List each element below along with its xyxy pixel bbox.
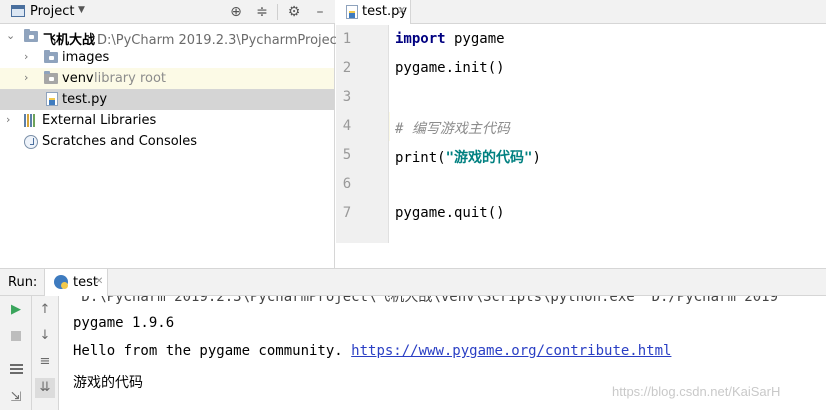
- tree-item-label: test.py: [62, 92, 108, 107]
- run-panel-header: Run: test ✕: [0, 268, 826, 296]
- locate-icon[interactable]: ⊕: [227, 3, 245, 21]
- scratches-icon: [24, 135, 38, 149]
- line-number: 4: [342, 118, 352, 134]
- run-toolbar-left: ▶ ⇲: [0, 296, 32, 410]
- tab-test-py[interactable]: test.py ✕: [336, 0, 411, 24]
- tree-item-root[interactable]: ⌄ 飞机大战 D:\PyCharm 2019.2.3\PycharmProjec…: [0, 26, 372, 48]
- python-file-icon: [346, 5, 358, 19]
- run-tab-test[interactable]: test ✕: [44, 269, 108, 296]
- chevron-down-icon[interactable]: ▼: [78, 5, 85, 15]
- folder-icon: [44, 50, 58, 63]
- code-line-2[interactable]: pygame.init(): [395, 60, 505, 76]
- watermark: https://blog.csdn.net/KaiSarH: [612, 384, 781, 399]
- folder-icon: [24, 29, 38, 42]
- libraries-icon: [24, 114, 38, 127]
- console-command-line: D:\PyCharm 2019.2.3\PycharmProject\飞机大战\…: [73, 296, 779, 305]
- code-editor[interactable]: import pygame pygame.init() # 编写游戏主代码 pr…: [390, 25, 826, 243]
- scroll-to-end-icon[interactable]: ⇊: [35, 378, 55, 398]
- python-icon: [54, 275, 68, 289]
- library-root-hint: library root: [94, 71, 167, 86]
- rerun-icon[interactable]: ▶: [6, 300, 26, 320]
- pygame-contribute-link[interactable]: https://www.pygame.org/contribute.html: [351, 343, 671, 359]
- tree-item-test-py[interactable]: test.py: [0, 89, 334, 110]
- run-toolbar-right: ↑ ↓ ≡ ⇊: [32, 296, 59, 410]
- project-panel: Project ▼ ⊕ ≑ ⚙ – ⌄ 飞机大战 D:\PyCharm 2019…: [0, 0, 372, 268]
- code-text: print(: [395, 150, 446, 166]
- soft-wrap-icon[interactable]: ≡: [35, 352, 55, 372]
- run-label: Run:: [8, 275, 38, 290]
- tree-item-scratches[interactable]: Scratches and Consoles: [0, 131, 334, 152]
- line-number: 5: [342, 147, 352, 163]
- close-icon[interactable]: ✕: [397, 4, 406, 17]
- line-number: 3: [342, 89, 352, 105]
- code-line-4[interactable]: # 编写游戏主代码: [395, 118, 510, 138]
- console-line-output: 游戏的代码: [73, 375, 143, 391]
- tree-item-label: images: [62, 50, 110, 65]
- code-text: ): [532, 150, 541, 166]
- stop-icon[interactable]: [6, 326, 26, 346]
- toolbar-divider: [277, 4, 278, 20]
- close-icon[interactable]: ✕: [95, 276, 103, 287]
- editor-tab-bar: test.py ✕: [336, 0, 826, 24]
- chevron-down-icon[interactable]: ⌄: [6, 29, 15, 42]
- console-line-hello: Hello from the pygame community. https:/…: [73, 343, 671, 359]
- tree-item-images[interactable]: › images: [0, 47, 334, 68]
- editor-bottom-area: [336, 243, 826, 268]
- tree-item-venv[interactable]: › venv library root: [0, 68, 334, 89]
- chevron-right-icon[interactable]: ›: [6, 113, 10, 126]
- pin-icon[interactable]: ⇲: [6, 388, 26, 408]
- code-line-1[interactable]: import pygame: [395, 31, 505, 47]
- arrow-up-icon[interactable]: ↑: [35, 300, 55, 320]
- tree-item-label: venv: [62, 71, 94, 86]
- line-number: 2: [342, 60, 352, 76]
- line-number: 1: [342, 31, 352, 47]
- code-line-5[interactable]: print("游戏的代码"): [395, 147, 541, 167]
- tree-item-label: Scratches and Consoles: [42, 134, 198, 149]
- layout-icon[interactable]: [6, 358, 26, 378]
- string-literal: "游戏的代码": [445, 150, 533, 166]
- tree-item-external-libraries[interactable]: › External Libraries: [0, 110, 334, 131]
- code-line-7[interactable]: pygame.quit(): [395, 205, 505, 221]
- tree-item-label: External Libraries: [42, 113, 157, 128]
- line-number: 7: [342, 205, 352, 221]
- folder-icon: [44, 71, 58, 84]
- hide-panel-icon[interactable]: –: [311, 3, 329, 21]
- gear-icon[interactable]: ⚙: [285, 3, 303, 21]
- chevron-right-icon[interactable]: ›: [24, 71, 28, 84]
- root-folder-name: 飞机大战: [43, 33, 96, 48]
- arrow-down-icon[interactable]: ↓: [35, 326, 55, 346]
- root-folder-path: D:\PyCharm 2019.2.3\PycharmProject\飞机: [97, 33, 373, 48]
- project-icon: [11, 5, 25, 17]
- python-file-icon: [46, 92, 58, 106]
- line-number: 6: [342, 176, 352, 192]
- code-text: pygame: [445, 31, 505, 47]
- collapse-all-icon[interactable]: ≑: [253, 3, 271, 21]
- project-title[interactable]: Project: [30, 4, 74, 19]
- chevron-right-icon[interactable]: ›: [24, 50, 28, 63]
- line-number-gutter: 1 2 3 4 5 6 7: [336, 25, 389, 243]
- keyword: import: [395, 31, 446, 47]
- console-line-pygame-version: pygame 1.9.6: [73, 315, 175, 331]
- console-text: Hello from the pygame community.: [73, 343, 352, 359]
- project-header: Project ▼ ⊕ ≑ ⚙ –: [0, 0, 335, 24]
